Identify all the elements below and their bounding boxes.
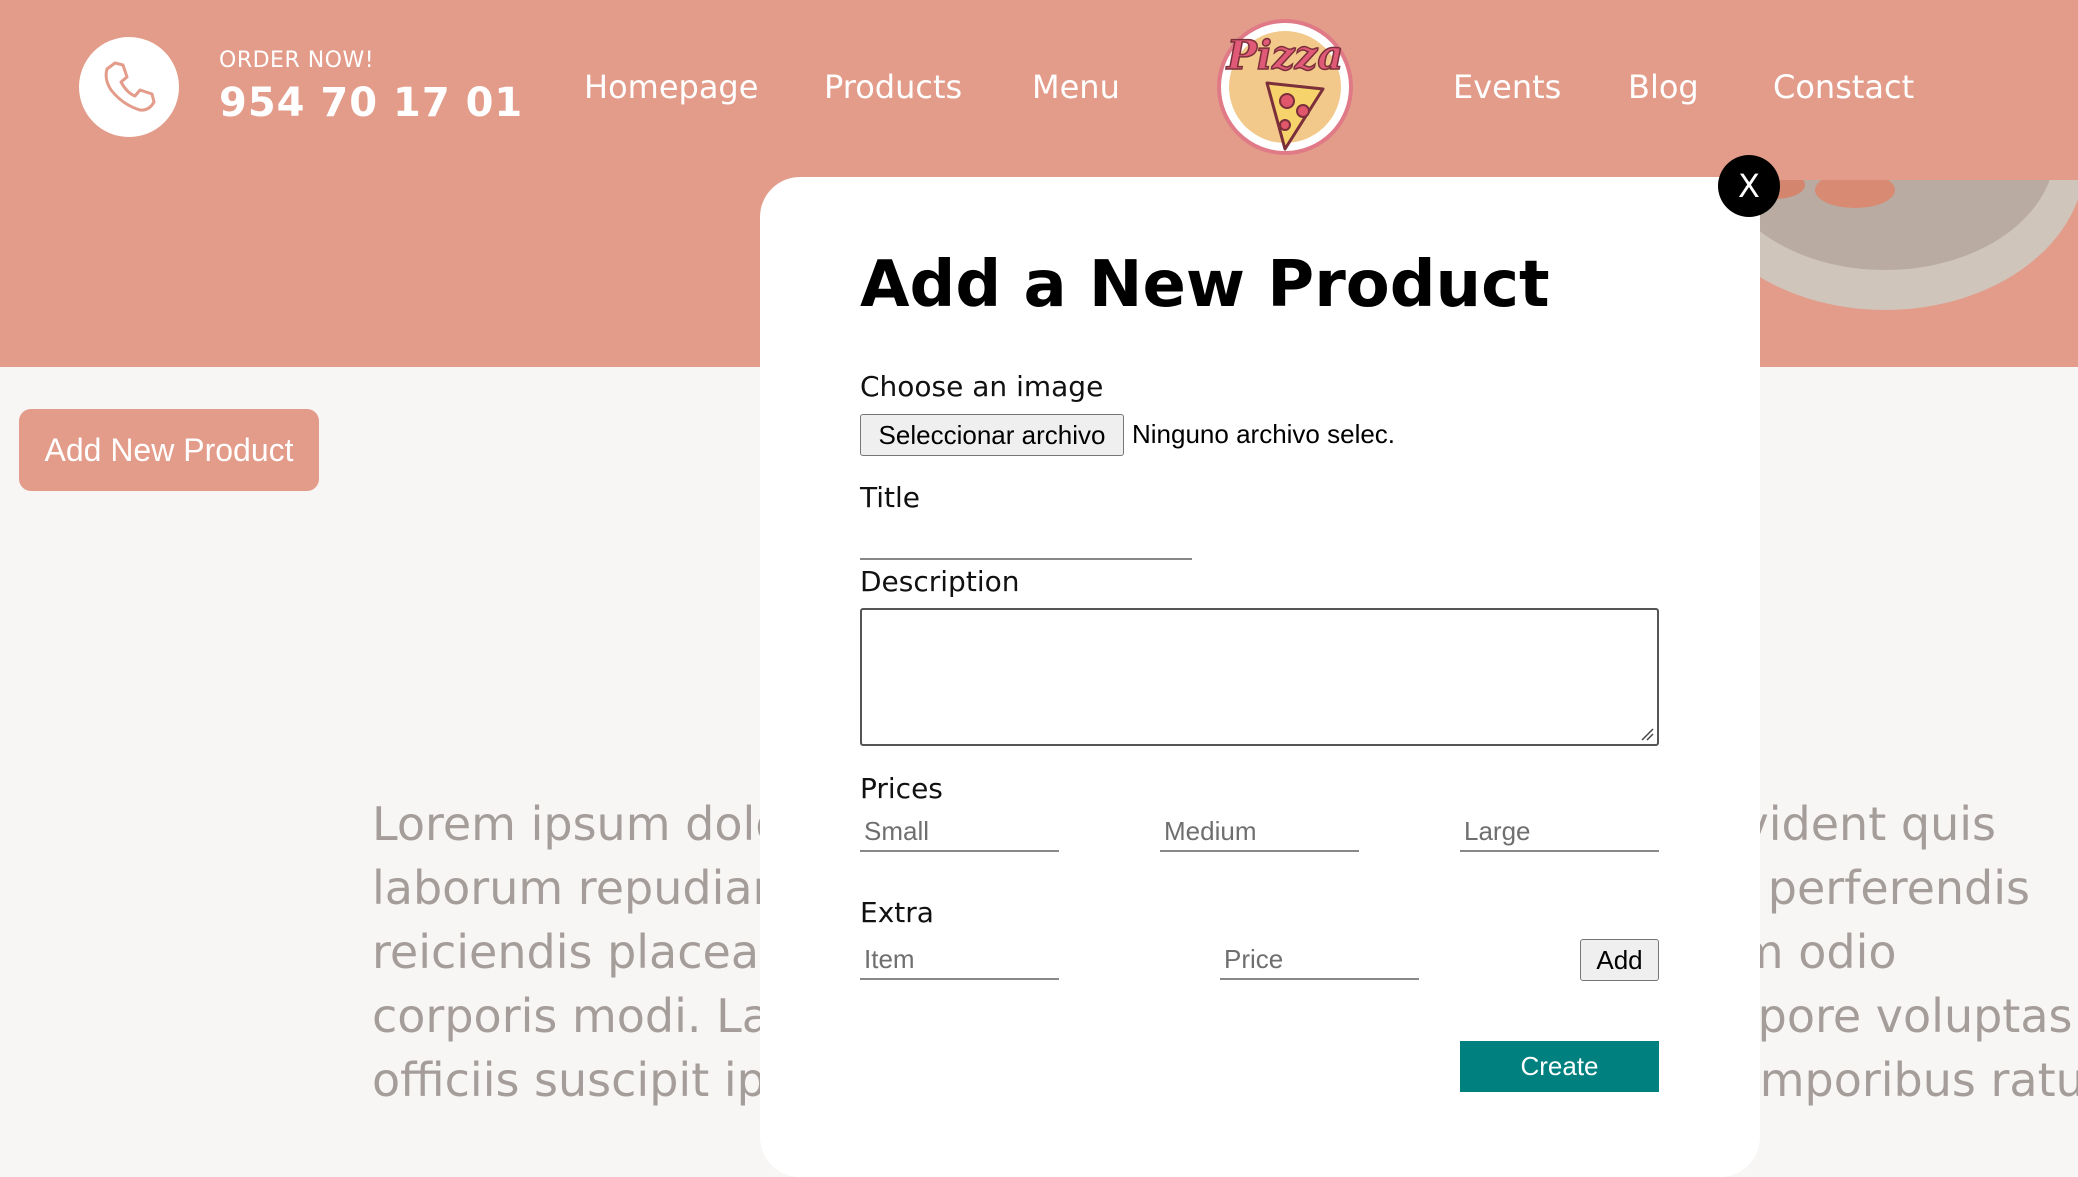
title-input[interactable] [860, 520, 1192, 560]
add-new-product-button[interactable]: Add New Product [19, 409, 319, 491]
prices-label: Prices [860, 772, 943, 805]
nav-homepage[interactable]: Homepage [584, 68, 758, 106]
phone-icon[interactable] [79, 37, 179, 137]
resize-grip-icon[interactable] [1640, 727, 1654, 741]
description-label: Description [860, 565, 1020, 598]
hero-pizza-image [1685, 10, 2078, 330]
title-label: Title [860, 481, 921, 514]
logo-text: Pizza [1226, 32, 1344, 79]
nav-products[interactable]: Products [824, 68, 962, 106]
create-product-button[interactable]: Create [1460, 1041, 1659, 1092]
image-label: Choose an image [860, 370, 1104, 403]
nav-blog[interactable]: Blog [1628, 68, 1699, 106]
price-small-input[interactable] [860, 812, 1059, 852]
modal-title: Add a New Product [860, 248, 1550, 322]
phone-number[interactable]: 954 70 17 01 [219, 80, 523, 126]
description-textarea[interactable] [860, 608, 1659, 746]
extra-item-input[interactable] [860, 940, 1059, 980]
price-large-input[interactable] [1460, 812, 1659, 852]
pizza-logo[interactable]: Pizza [1215, 13, 1355, 158]
order-label: ORDER NOW! [219, 48, 375, 73]
price-medium-input[interactable] [1160, 812, 1359, 852]
nav-contact[interactable]: Constact [1773, 68, 1914, 106]
nav-events[interactable]: Events [1453, 68, 1561, 106]
nav-menu[interactable]: Menu [1032, 68, 1120, 106]
file-status-text: Ninguno archivo selec. [1132, 419, 1396, 449]
close-modal-button[interactable]: X [1718, 155, 1780, 217]
choose-file-button[interactable]: Seleccionar archivo [860, 414, 1124, 456]
extra-label: Extra [860, 896, 934, 929]
add-extra-button[interactable]: Add [1580, 939, 1659, 981]
extra-price-input[interactable] [1220, 940, 1419, 980]
